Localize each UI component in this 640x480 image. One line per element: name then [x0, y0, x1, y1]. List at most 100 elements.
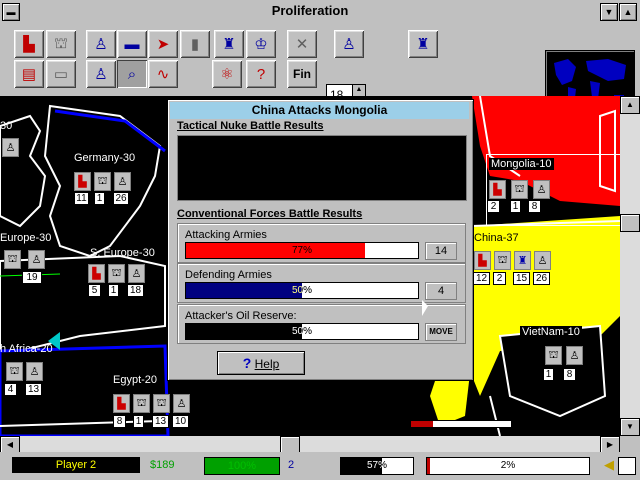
oil-rig-icon[interactable]: ⛫: [46, 30, 76, 58]
soldier-icon[interactable]: ♙: [86, 30, 116, 58]
search-icon[interactable]: ⌕: [117, 60, 147, 88]
unit-count: 4: [4, 383, 17, 396]
scroll-down-button[interactable]: ▼: [620, 418, 640, 436]
unit-count: 2: [487, 200, 500, 213]
map-progress-strip: [410, 420, 512, 428]
attacking-label: Attacking Armies: [185, 229, 267, 241]
money-value: $189: [150, 459, 175, 471]
region-edge-label: 30: [0, 120, 13, 132]
missile-icon[interactable]: ♙: [173, 394, 190, 413]
maximize-button[interactable]: ▲: [619, 3, 637, 21]
unit-count: 26: [533, 272, 550, 285]
missile-icon[interactable]: ➤: [148, 30, 178, 58]
horizontal-scrollbar[interactable]: ◀ ▶: [0, 436, 620, 454]
vertical-scroll-thumb[interactable]: [620, 214, 640, 232]
move-button[interactable]: MOVE: [425, 323, 457, 341]
system-menu-button[interactable]: ▬: [2, 3, 20, 21]
factory-icon[interactable]: ▙: [113, 394, 130, 413]
status-box-icon[interactable]: [618, 457, 636, 475]
vertical-scrollbar[interactable]: ▲ ▼: [620, 96, 640, 436]
player-name: Player 2: [12, 457, 140, 473]
unit-count: 1: [94, 192, 105, 205]
minimize-button[interactable]: ▼: [600, 3, 618, 21]
unit-count: 8: [563, 368, 576, 381]
status-number: 2: [288, 459, 295, 471]
unit-count: 18: [127, 284, 144, 297]
report-icon[interactable]: ▤: [14, 60, 44, 88]
region-label-s-europe[interactable]: S. Europe-30: [90, 247, 155, 259]
missile-icon[interactable]: ♙: [534, 251, 551, 270]
silo-icon[interactable]: ▮: [180, 30, 210, 58]
unit-count: 19: [22, 271, 42, 284]
missile-icon[interactable]: ♙: [28, 250, 45, 269]
help-button[interactable]: ? Help: [217, 351, 305, 375]
oil-rig-icon[interactable]: ⛫: [94, 172, 111, 191]
region-label-mongolia[interactable]: Mongolia-10: [489, 158, 554, 170]
oil-rig-icon[interactable]: ⛫: [6, 362, 23, 381]
unit-count: 11: [74, 192, 89, 205]
atom-icon[interactable]: ⚛: [212, 60, 242, 88]
factory-icon[interactable]: ▙: [489, 180, 506, 199]
oil-rig-icon[interactable]: ⛫: [133, 394, 150, 413]
meter-a-pct: 57%: [366, 460, 387, 471]
region-label-china[interactable]: China-37: [474, 232, 519, 244]
help-icon[interactable]: ?: [246, 60, 276, 88]
unit-count: 15: [513, 272, 530, 285]
defense-icon[interactable]: ♜: [408, 30, 438, 58]
region-label-europe[interactable]: Europe-30: [0, 232, 51, 244]
region-label-egypt[interactable]: Egypt-20: [113, 374, 157, 386]
oil-rig-icon[interactable]: ⛫: [545, 346, 562, 365]
meter-a: 57%: [340, 457, 414, 475]
attacking-panel: Attacking Armies 77% 14: [177, 223, 466, 263]
missile-icon[interactable]: ♙: [533, 180, 550, 199]
unit-count: 13: [152, 415, 169, 428]
army-icon[interactable]: ♜: [514, 251, 531, 270]
region-label-vietnam[interactable]: VietNam-10: [520, 326, 582, 338]
factory-icon[interactable]: ▙: [74, 172, 91, 191]
unit-select-icon[interactable]: ♙: [334, 30, 364, 58]
unit-count: 1: [108, 284, 119, 297]
unit-count: 2: [493, 272, 506, 285]
speaker-icon[interactable]: ◀: [602, 457, 616, 473]
toolbar: ▙ ⛫ ♙ ▬ ➤ ▮ ♜ ♔ ✕ ♙ ♜ ▤ ▭ ♙ ⌕ ∿ ⚛ ? Fin …: [0, 24, 640, 118]
green-meter: 100%: [204, 457, 280, 475]
finish-button[interactable]: Fin: [287, 60, 317, 88]
document-icon[interactable]: ▭: [46, 60, 76, 88]
dialog-title: China Attacks Mongolia: [170, 102, 469, 119]
missile-icon[interactable]: ♙: [114, 172, 131, 191]
general-icon[interactable]: ♔: [246, 30, 276, 58]
nuke-results-display: [177, 135, 467, 201]
unit-count: 26: [113, 192, 129, 205]
attacking-count: 14: [425, 242, 457, 260]
defending-count: 4: [425, 282, 457, 300]
soldier-icon[interactable]: ♙: [2, 138, 19, 157]
unit-count: 8: [113, 415, 126, 428]
factory-icon[interactable]: ▙: [14, 30, 44, 58]
oil-rig-icon[interactable]: ⛫: [494, 251, 511, 270]
oil-rig-icon[interactable]: ⛫: [108, 264, 125, 283]
recruit-icon[interactable]: ♙: [86, 60, 116, 88]
factory-icon[interactable]: ▙: [474, 251, 491, 270]
scroll-up-button[interactable]: ▲: [620, 96, 640, 114]
tank-icon[interactable]: ▬: [117, 30, 147, 58]
factory-icon[interactable]: ▙: [88, 264, 105, 283]
unit-count: 1: [510, 200, 521, 213]
oil-rig-icon[interactable]: ⛫: [4, 250, 21, 269]
title-bar: ▬ Proliferation ▼ ▲: [0, 0, 640, 25]
missile-icon[interactable]: ♙: [566, 346, 583, 365]
region-label-africa[interactable]: h Africa-20: [0, 343, 53, 355]
region-label-germany[interactable]: Germany-30: [74, 152, 135, 164]
unit-count: 5: [88, 284, 101, 297]
help-label: Help: [254, 357, 280, 371]
mouse-pointer-icon: [422, 300, 428, 316]
status-bar: Player 2 $189 100% 2 57% 2% ◀: [0, 452, 640, 480]
missile-icon[interactable]: ♙: [128, 264, 145, 283]
unit-count: 8: [528, 200, 541, 213]
missile-icon[interactable]: ♙: [26, 362, 43, 381]
oil-rig-icon[interactable]: ⛫: [153, 394, 170, 413]
army-icon[interactable]: ♜: [214, 30, 244, 58]
oil-rig-icon[interactable]: ⛫: [511, 180, 528, 199]
graph-icon[interactable]: ∿: [148, 60, 178, 88]
unit-count: 1: [543, 368, 554, 381]
nuke-target-icon[interactable]: ✕: [287, 30, 317, 58]
